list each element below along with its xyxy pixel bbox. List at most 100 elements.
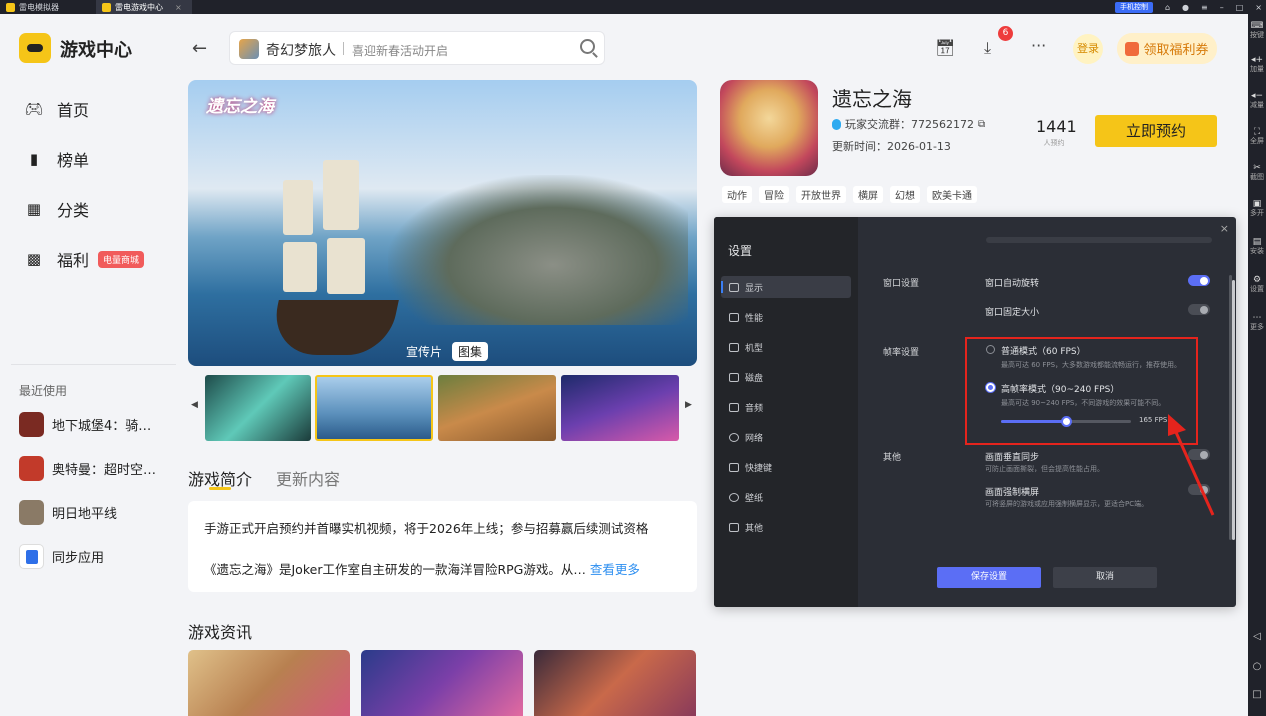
active-tab-indicator — [209, 487, 231, 490]
fullscreen-icon: ⛶ — [1253, 127, 1261, 137]
tab-emulator[interactable]: 雷电模拟器 — [0, 0, 92, 14]
tab-game-center[interactable]: 雷电游戏中心 × — [96, 0, 192, 14]
nav-ranking[interactable]: ▮ 榜单 — [24, 147, 89, 171]
tag[interactable]: 开放世界 — [796, 186, 846, 203]
toolbar-volume-up[interactable]: ◂+ 加量 — [1248, 56, 1266, 74]
cancel-button[interactable]: 取消 — [1053, 567, 1157, 588]
close-window-button[interactable]: × — [1255, 3, 1262, 12]
game-name: 遗忘之海 — [832, 87, 912, 111]
toolbar-label: 多开 — [1250, 209, 1264, 217]
page-scrollbar[interactable] — [1232, 280, 1235, 540]
nav-label: 首页 — [57, 101, 90, 120]
news-card[interactable] — [534, 650, 696, 716]
game-center-logo-icon — [19, 33, 51, 63]
minimize-button[interactable]: – — [1220, 3, 1224, 12]
vsync-desc: 可防止画面撕裂，但会提高性能占用。 — [985, 465, 1104, 473]
thumbs-prev-icon[interactable]: ◀ — [191, 400, 198, 410]
fixed-size-toggle[interactable] — [1188, 304, 1210, 315]
gamepad-icon[interactable]: ⌂ — [1165, 3, 1170, 12]
gallery-thumbnail-selected[interactable] — [315, 375, 433, 441]
tag[interactable]: 动作 — [722, 186, 752, 203]
intro-description: 《遗忘之海》是Joker工作室自主研发的一款海洋冒险RPG游戏。从… 查看更多 — [204, 559, 640, 578]
more-options-button[interactable]: ··· — [1031, 36, 1046, 55]
toolbar-keyboard[interactable]: ⌨ 按键 — [1248, 22, 1266, 40]
android-recents-icon[interactable]: □ — [1248, 690, 1266, 700]
gallery-thumbnail[interactable] — [438, 375, 556, 441]
toolbar-label: 全屏 — [1250, 137, 1264, 145]
menu-wallpaper[interactable]: 壁纸 — [721, 486, 851, 508]
toolbar-settings[interactable]: ⚙ 设置 — [1248, 276, 1266, 294]
menu-disk[interactable]: 磁盘 — [721, 366, 851, 388]
toolbar-multi[interactable]: ▣ 多开 — [1248, 200, 1266, 218]
game-banner-image[interactable]: 遗忘之海 宣传片 图集 — [188, 80, 697, 366]
annotation-arrow-icon — [1168, 414, 1215, 516]
toolbar-install[interactable]: ▤ 安装 — [1248, 238, 1266, 256]
toolbar-volume-down[interactable]: ◂− 减量 — [1248, 92, 1266, 110]
recent-item[interactable]: 地下城堡4：骑… — [19, 412, 151, 437]
menu-icon[interactable]: ≡ — [1201, 3, 1208, 12]
fixed-size-label: 窗口固定大小 — [985, 308, 1040, 318]
recent-item[interactable]: 奥特曼：超时空… — [19, 456, 156, 481]
user-icon[interactable]: ● — [1182, 3, 1189, 12]
news-card[interactable] — [188, 650, 350, 716]
gallery-thumbnail[interactable] — [205, 375, 311, 441]
menu-shortcuts[interactable]: 快捷键 — [721, 456, 851, 478]
android-back-icon[interactable]: ◁ — [1248, 632, 1266, 642]
grid-icon — [729, 522, 739, 532]
tag[interactable]: 冒险 — [759, 186, 789, 203]
tab-updates[interactable]: 更新内容 — [276, 466, 340, 490]
save-settings-button[interactable]: 保存设置 — [937, 567, 1041, 588]
thumbs-next-icon[interactable]: ▶ — [685, 400, 692, 410]
menu-model[interactable]: 机型 — [721, 336, 851, 358]
see-more-link[interactable]: 查看更多 — [590, 562, 640, 577]
tab-close-icon[interactable]: × — [175, 3, 182, 12]
toolbar-screenshot[interactable]: ✂ 截图 — [1248, 164, 1266, 182]
nav-welfare[interactable]: ▩ 福利 电量商城 — [24, 247, 145, 271]
download-icon[interactable]: ⤓ — [984, 38, 991, 58]
phone-control-button[interactable]: 手机控制 — [1114, 1, 1153, 13]
sync-app-icon — [25, 549, 38, 564]
calendar-icon[interactable]: 📅︎ — [935, 38, 955, 57]
search-icon[interactable] — [580, 39, 595, 54]
tag[interactable]: 欧美卡通 — [927, 186, 977, 203]
reserve-count-label: 人预约 — [1043, 139, 1065, 147]
menu-network[interactable]: 网络 — [721, 426, 851, 448]
menu-audio[interactable]: 音频 — [721, 396, 851, 418]
news-card[interactable] — [361, 650, 523, 716]
menu-performance[interactable]: 性能 — [721, 306, 851, 328]
globe-icon — [729, 432, 739, 442]
nav-home[interactable]: 🎮︎ 首页 — [24, 97, 89, 121]
menu-other[interactable]: 其他 — [721, 516, 851, 538]
maximize-button[interactable]: □ — [1236, 3, 1244, 12]
auto-rotate-toggle[interactable] — [1188, 275, 1210, 286]
tag[interactable]: 幻想 — [890, 186, 920, 203]
recent-label: 奥特曼：超时空… — [52, 463, 157, 478]
claim-welfare-button[interactable]: 领取福利券 — [1117, 33, 1217, 64]
copy-icon[interactable]: ⧉ — [978, 119, 985, 130]
toolbar-fullscreen[interactable]: ⛶ 全屏 — [1248, 128, 1266, 146]
menu-display[interactable]: 显示 — [721, 276, 851, 298]
reserve-button[interactable]: 立即预约 — [1095, 115, 1217, 147]
window-settings-heading: 窗口设置 — [883, 279, 920, 289]
gallery-thumbnail[interactable] — [561, 375, 679, 441]
tab-trailer[interactable]: 宣传片 — [400, 342, 448, 361]
toolbar-more[interactable]: ⋯ 更多 — [1248, 314, 1266, 332]
recent-item[interactable]: 明日地平线 — [19, 500, 117, 525]
dialog-close-button[interactable]: × — [1220, 222, 1229, 235]
other-heading: 其他 — [883, 453, 902, 463]
nav-category[interactable]: ▦ 分类 — [24, 197, 89, 221]
login-button[interactable]: 登录 — [1073, 34, 1103, 64]
menu-label: 网络 — [745, 433, 764, 444]
reserve-count: 1441 — [1036, 117, 1077, 136]
recent-item[interactable]: 同步应用 — [19, 544, 104, 569]
ldplayer-logo-icon — [6, 2, 15, 12]
recent-label: 明日地平线 — [52, 507, 118, 522]
volume-down-icon: ◂− — [1250, 91, 1264, 101]
back-arrow-icon[interactable]: ← — [192, 38, 207, 59]
grid-icon: ▦ — [26, 200, 42, 218]
tag[interactable]: 横屏 — [853, 186, 883, 203]
game-thumbnail — [19, 456, 44, 481]
tab-gallery[interactable]: 图集 — [452, 342, 489, 361]
android-home-icon[interactable]: ○ — [1248, 662, 1266, 672]
search-bar[interactable]: 奇幻梦旅人 喜迎新春活动开启 — [229, 31, 605, 65]
